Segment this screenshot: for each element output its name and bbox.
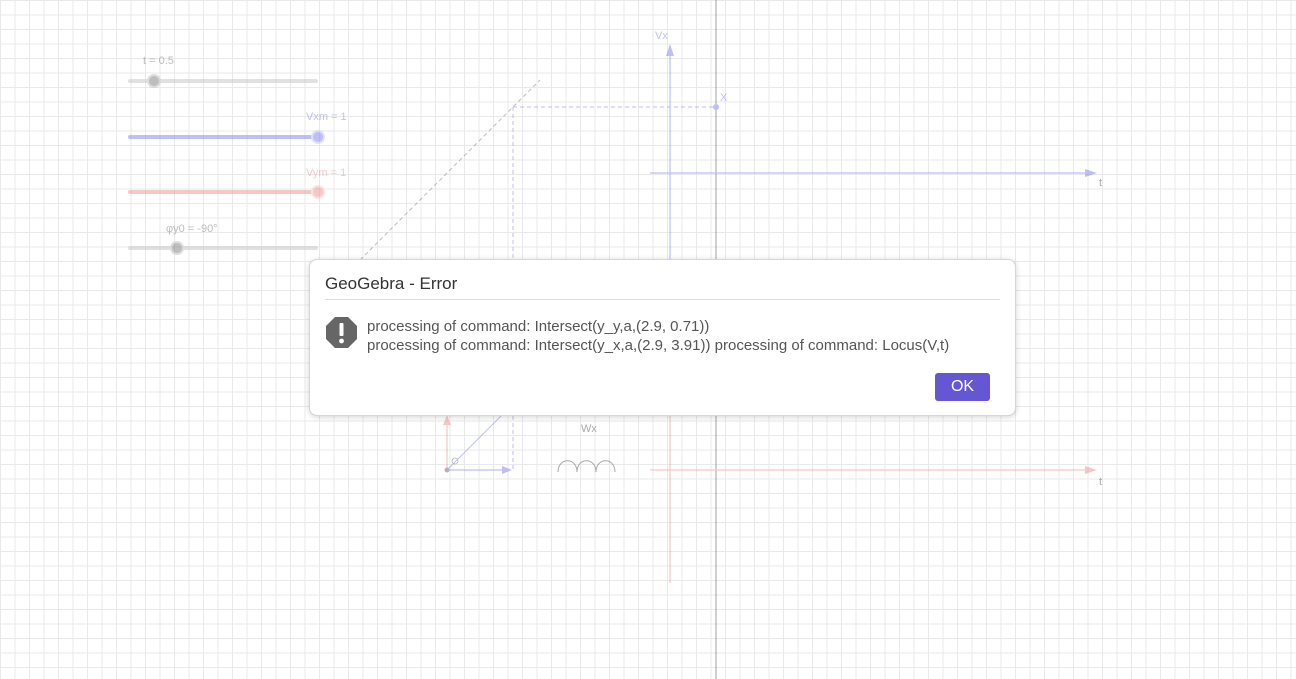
slider-t[interactable]	[128, 70, 318, 92]
slider-vym-track[interactable]	[128, 190, 318, 194]
slider-t-label: t = 0.5	[143, 55, 174, 67]
exclamation-icon	[326, 317, 357, 348]
slider-vxm[interactable]	[128, 126, 325, 148]
vector-diagonal	[446, 411, 506, 471]
slider-phi-knob[interactable]	[170, 241, 185, 255]
slider-phi-label: φy0 = -90°	[166, 223, 218, 235]
vector-red-arrow	[443, 415, 451, 425]
slider-vxm-label: Vxm = 1	[306, 111, 347, 123]
point-x[interactable]	[713, 104, 719, 110]
slider-vxm-knob[interactable]	[311, 130, 325, 144]
slider-phi[interactable]	[128, 237, 318, 259]
ok-button[interactable]: OK	[935, 373, 990, 401]
slider-vym-knob[interactable]	[311, 185, 325, 199]
vx-axis-label: Vx	[655, 30, 668, 42]
slider-phi-track[interactable]	[128, 246, 318, 250]
t-axis-top-arrow	[1085, 169, 1097, 177]
point-x-label: X	[720, 92, 728, 104]
vector-blue-arrow	[502, 466, 512, 474]
dialog-title: GeoGebra - Error	[325, 274, 1000, 300]
slider-vxm-track[interactable]	[128, 135, 318, 139]
vx-axis-arrow	[666, 44, 674, 56]
t-axis-bottom-arrow	[1085, 466, 1097, 474]
spring-coil	[557, 460, 616, 473]
slider-vym[interactable]	[128, 181, 325, 203]
angle-marker	[451, 457, 459, 465]
error-message-line-1: processing of command: Intersect(y_y,a,(…	[367, 318, 710, 335]
origin-point	[444, 467, 450, 473]
wx-label: Wx	[581, 423, 597, 435]
slider-t-knob[interactable]	[147, 74, 162, 88]
slider-vym-label: Vym = 1	[306, 167, 347, 179]
t-axis-top-label: t	[1099, 177, 1103, 189]
t-axis-bottom-label: t	[1099, 476, 1103, 488]
error-message: processing of command: Intersect(y_y,a,(…	[367, 317, 949, 355]
error-dialog: GeoGebra - Error processing of command: …	[309, 259, 1016, 416]
error-message-line-2: processing of command: Intersect(y_x,a,(…	[367, 337, 950, 354]
